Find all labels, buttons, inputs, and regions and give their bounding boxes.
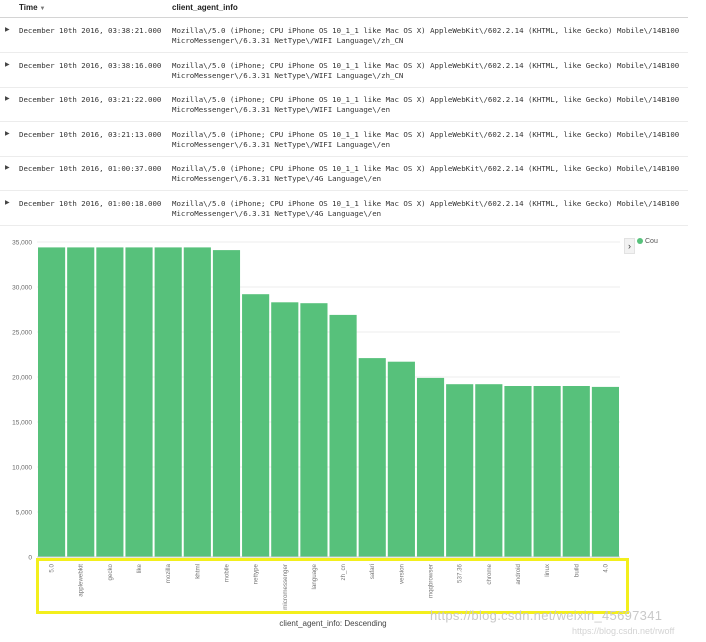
row-client-agent-info: Mozilla\/5.0 (iPhone; CPU iPhone OS 10_1… [172,95,686,115]
row-info-line: Mozilla\/5.0 (iPhone; CPU iPhone OS 10_1… [172,26,680,35]
expand-caret-icon[interactable]: ▶ [5,61,10,68]
bar[interactable] [125,247,153,557]
row-info-line: MicroMessenger\/6.3.31 NetType\/WIFI Lan… [172,70,404,80]
legend-label: Cou [645,238,658,245]
table-row[interactable]: ▶ December 10th 2016, 03:21:13.000 Mozilla… [0,122,688,157]
row-client-agent-info: Mozilla\/5.0 (iPhone; CPU iPhone OS 10_1… [172,61,686,81]
column-header-time[interactable]: Time ▼ [19,3,45,12]
row-time: December 10th 2016, 03:38:21.000 [19,26,162,35]
row-time: December 10th 2016, 03:21:13.000 [19,129,162,139]
column-header-client-agent-info[interactable]: client_agent_info [172,3,238,12]
row-client-agent-info: Mozilla\/5.0 (iPhone; CPU iPhone OS 10_1… [172,26,686,46]
row-info-line: Mozilla\/5.0 (iPhone; CPU iPhone OS 10_1… [172,164,680,173]
table-header: Time ▼ client_agent_info [0,0,688,18]
table-row[interactable]: ▶ December 10th 2016, 03:38:21.000 Mozilla… [0,18,688,53]
y-tick-label: 10,000 [12,465,32,472]
row-time: December 10th 2016, 03:38:16.000 [19,60,162,70]
legend-color-icon [637,238,643,245]
row-time: December 10th 2016, 01:00:37.000 [19,164,162,173]
row-info-line: MicroMessenger\/6.3.31 NetType\/4G Langu… [172,174,382,183]
bar[interactable] [387,361,415,557]
expand-caret-icon[interactable]: ▶ [5,164,10,171]
bar[interactable] [358,358,386,557]
bar[interactable] [212,250,241,557]
sort-down-icon[interactable]: ▼ [40,6,46,12]
watermark-secondary: https://blog.csdn.net/rwoff [572,626,675,636]
y-tick-label: 30,000 [12,285,32,292]
row-info-line: MicroMessenger\/6.3.31 NetType\/WIFI Lan… [172,139,391,149]
bar[interactable] [242,294,270,557]
expand-caret-icon[interactable]: ▶ [5,95,10,102]
y-tick-label: 0 [28,555,32,562]
table-row[interactable]: ▶ December 10th 2016, 03:21:22.000 Mozilla… [0,87,688,122]
bar[interactable] [533,386,561,557]
row-info-line: Mozilla\/5.0 (iPhone; CPU iPhone OS 10_1… [172,95,680,104]
row-time: December 10th 2016, 01:00:18.000 [19,198,162,208]
row-time: December 10th 2016, 03:21:22.000 [19,95,162,104]
row-info-line: Mozilla\/5.0 (iPhone; CPU iPhone OS 10_1… [172,60,680,70]
row-client-agent-info: Mozilla\/5.0 (iPhone; CPU iPhone OS 10_1… [172,199,686,219]
table-row[interactable]: ▶ December 10th 2016, 01:00:18.000 Mozilla… [0,191,688,226]
row-client-agent-info: Mozilla\/5.0 (iPhone; CPU iPhone OS 10_1… [172,130,686,150]
legend-item[interactable]: Cou [637,238,658,245]
watermark: https://blog.csdn.net/weixin_45697341 [430,608,663,623]
y-tick-label: 5,000 [16,510,33,517]
bar[interactable] [329,314,357,557]
table-row[interactable]: ▶ December 10th 2016, 01:00:37.000 Mozilla… [0,156,688,191]
bar[interactable] [300,303,328,557]
bar[interactable] [562,386,590,557]
y-tick-label: 25,000 [12,330,32,337]
y-tick-label: 15,000 [12,420,32,427]
bar[interactable] [271,302,299,557]
bar[interactable] [183,247,211,557]
expand-caret-icon[interactable]: ▶ [5,199,10,206]
table-row[interactable]: ▶ December 10th 2016, 03:38:16.000 Mozilla… [0,53,688,88]
bar[interactable] [475,384,503,557]
bar[interactable] [67,247,95,557]
chevron-right-icon[interactable]: › [624,238,635,254]
bar[interactable] [38,247,66,557]
row-info-line: Mozilla\/5.0 (iPhone; CPU iPhone OS 10_1… [172,198,680,208]
y-tick-label: 20,000 [12,375,32,382]
row-info-line: Mozilla\/5.0 (iPhone; CPU iPhone OS 10_1… [172,129,680,139]
row-client-agent-info: Mozilla\/5.0 (iPhone; CPU iPhone OS 10_1… [172,164,686,184]
expand-caret-icon[interactable]: ▶ [5,130,10,137]
bar[interactable] [96,247,124,557]
y-tick-label: 35,000 [12,240,32,247]
expand-caret-icon[interactable]: ▶ [5,26,10,33]
row-info-line: MicroMessenger\/6.3.31 NetType\/WIFI Lan… [172,36,404,45]
bar[interactable] [416,377,445,557]
bar[interactable] [446,384,474,557]
bar[interactable] [154,247,182,557]
bar[interactable] [504,386,532,557]
bar[interactable] [591,386,619,557]
highlight-box [36,558,629,614]
row-info-line: MicroMessenger\/6.3.31 NetType\/4G Langu… [172,208,382,218]
row-info-line: MicroMessenger\/6.3.31 NetType\/WIFI Lan… [172,105,391,114]
